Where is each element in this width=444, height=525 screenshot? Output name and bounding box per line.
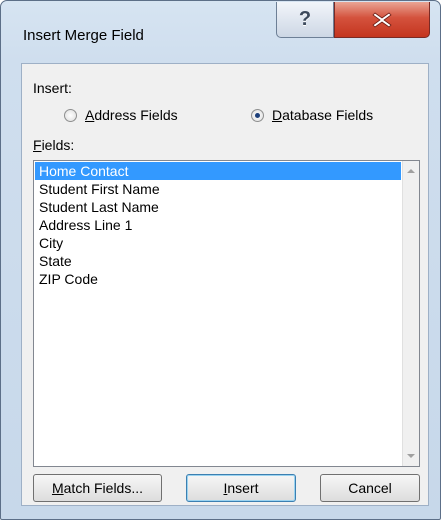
vertical-scrollbar[interactable] — [402, 161, 419, 466]
list-item[interactable]: Address Line 1 — [35, 216, 401, 234]
database-fields-radio[interactable] — [251, 108, 264, 122]
scroll-down-arrow-icon[interactable] — [407, 454, 415, 458]
address-fields-option[interactable]: Address Fields — [64, 107, 178, 123]
cancel-button[interactable]: Cancel — [320, 474, 420, 502]
help-button[interactable]: ? — [276, 2, 334, 38]
dialog-body: Insert: Address Fields Database Fields F… — [21, 63, 429, 506]
database-fields-option[interactable]: Database Fields — [251, 107, 373, 123]
list-item[interactable]: Home Contact — [35, 162, 401, 180]
list-item[interactable]: ZIP Code — [35, 270, 401, 288]
insert-button[interactable]: Insert — [186, 474, 296, 502]
dialog-title: Insert Merge Field — [23, 27, 144, 44]
fields-listbox[interactable]: Home Contact Student First Name Student … — [33, 160, 420, 467]
match-fields-button[interactable]: Match Fields... — [33, 474, 162, 502]
database-fields-label: Database Fields — [272, 107, 374, 123]
help-icon: ? — [298, 8, 312, 30]
close-icon — [372, 11, 392, 28]
address-fields-label: Address Fields — [85, 107, 178, 123]
list-item[interactable]: City — [35, 234, 401, 252]
fields-label: Fields: — [33, 137, 75, 153]
list-item[interactable]: State — [35, 252, 401, 270]
close-button[interactable] — [334, 2, 430, 38]
dialog-window: Insert Merge Field ? Insert: Address Fie… — [0, 0, 441, 520]
scroll-up-arrow-icon[interactable] — [407, 169, 415, 173]
list-item[interactable]: Student First Name — [35, 180, 401, 198]
list-item[interactable]: Student Last Name — [35, 198, 401, 216]
insert-label: Insert: — [33, 80, 72, 96]
fields-list: Home Contact Student First Name Student … — [35, 162, 401, 288]
address-fields-radio[interactable] — [64, 108, 77, 122]
title-bar[interactable]: Insert Merge Field ? — [1, 1, 440, 61]
